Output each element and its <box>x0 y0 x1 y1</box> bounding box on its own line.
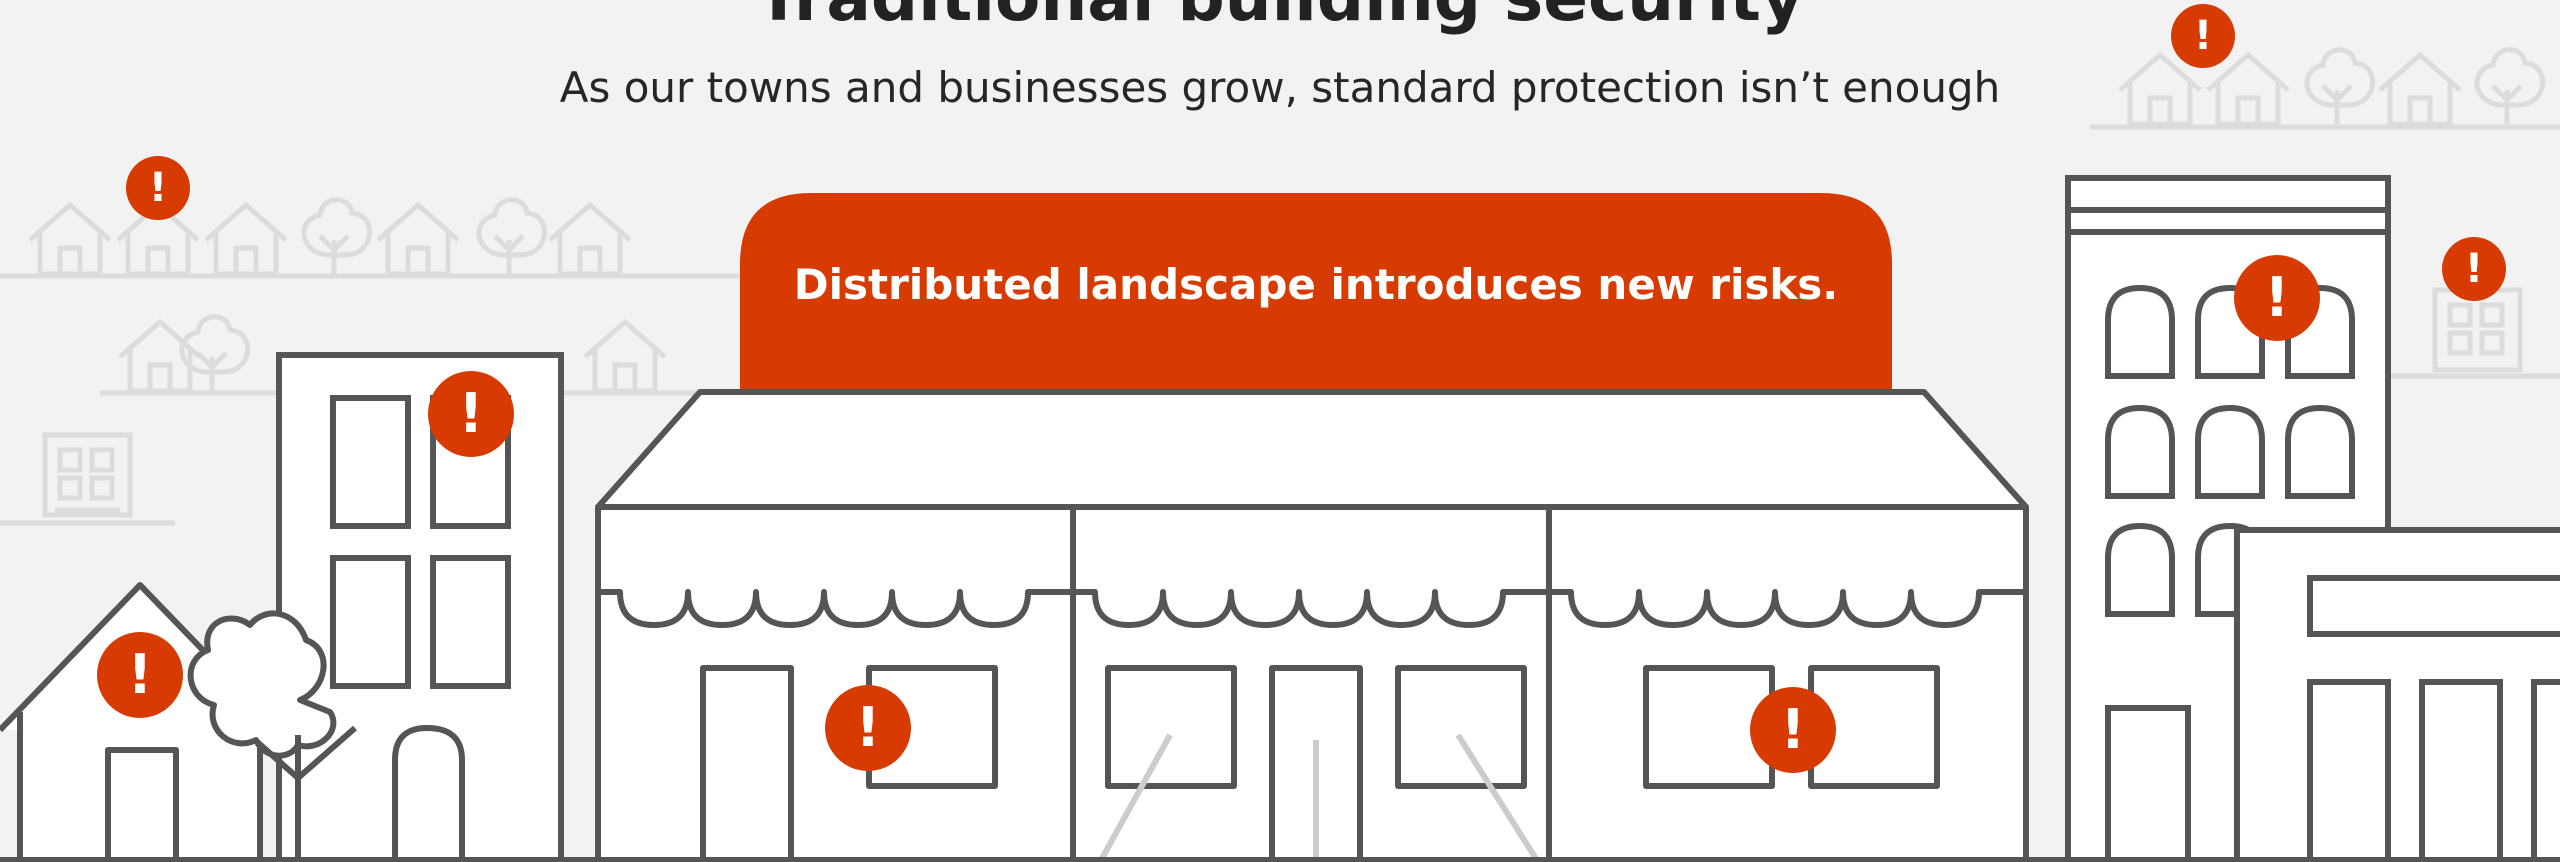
exclamation-alert-icon: ! <box>97 632 183 718</box>
commercial-building-right <box>2234 527 2560 862</box>
banner-message: Distributed landscape introduces new ris… <box>793 260 1839 309</box>
town-illustration <box>0 47 2560 862</box>
exclamation-alert-icon: ! <box>428 371 514 457</box>
exclamation-alert-icon: ! <box>126 156 190 220</box>
exclamation-alert-icon: ! <box>1750 687 1836 773</box>
exclamation-alert-icon: ! <box>2442 237 2506 301</box>
exclamation-alert-icon: ! <box>2171 4 2235 68</box>
exclamation-alert-icon: ! <box>825 685 911 771</box>
storefront-building <box>595 389 2029 862</box>
security-illustration-page: Traditional building security As our tow… <box>0 0 2560 862</box>
exclamation-alert-icon: ! <box>2234 255 2320 341</box>
